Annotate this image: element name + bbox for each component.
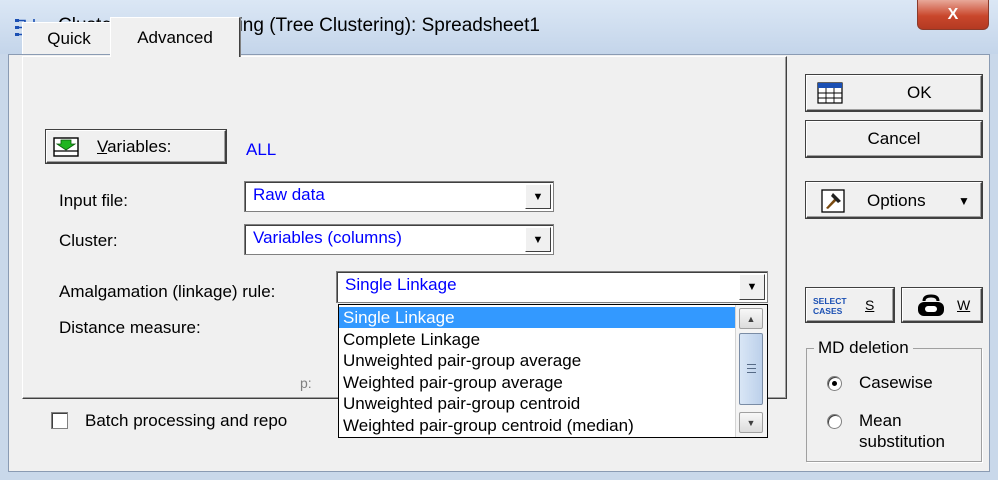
ok-button[interactable]: OK <box>806 75 982 111</box>
casewise-label: Casewise <box>859 373 933 392</box>
amalgamation-combo[interactable]: Single Linkage ▼ <box>336 271 768 303</box>
mean-substitution-radio[interactable] <box>827 414 842 429</box>
select-cases-icon: SELECT CASES CASES <box>813 296 847 316</box>
distance-measure-label: Distance measure: <box>59 318 201 337</box>
chevron-down-icon[interactable]: ▼ <box>739 274 765 300</box>
distance-p-label: p: <box>300 375 312 391</box>
casewise-radio[interactable] <box>827 376 842 391</box>
amalgamation-label: Amalgamation (linkage) rule: <box>59 282 276 301</box>
batch-processing-label: Batch processing and repo <box>85 411 288 430</box>
list-item[interactable]: Unweighted pair-group average <box>339 350 735 371</box>
list-item[interactable]: Single Linkage <box>339 307 735 328</box>
cluster-value: Variables (columns) <box>253 228 402 247</box>
select-cases-button[interactable]: SELECT CASES CASES S <box>806 288 894 322</box>
list-item[interactable]: Weighted pair-group average <box>339 372 735 393</box>
chevron-down-icon[interactable]: ▼ <box>525 227 551 252</box>
svg-text:CASES: CASES <box>813 306 843 316</box>
grip-line <box>747 368 756 369</box>
amalgamation-value: Single Linkage <box>345 275 457 294</box>
ok-button-label: OK <box>907 83 932 102</box>
select-cases-icon-text: SELECT CASES <box>813 296 847 306</box>
chevron-down-icon[interactable]: ▼ <box>525 184 551 209</box>
green-arrow-icon <box>53 136 79 157</box>
weight-icon <box>918 294 944 316</box>
list-item[interactable]: Weighted pair-group centroid (median) <box>339 415 735 436</box>
linkage-dropdown-list[interactable]: Single Linkage Complete Linkage Unweight… <box>338 304 768 438</box>
cancel-button[interactable]: Cancel <box>806 121 982 157</box>
input-file-value: Raw data <box>253 185 325 204</box>
tab-advanced-label: Advanced <box>137 27 213 47</box>
close-icon: X <box>947 5 959 23</box>
tab-quick-label: Quick <box>47 28 91 48</box>
weight-key: W <box>957 297 971 313</box>
tab-quick[interactable]: Quick <box>22 22 116 54</box>
tab-advanced[interactable]: Advanced <box>110 17 240 57</box>
list-item[interactable]: Unweighted pair-group centroid <box>339 393 735 414</box>
grip-line <box>747 364 756 365</box>
batch-processing-checkbox[interactable] <box>51 412 68 429</box>
select-cases-key: S <box>865 297 875 313</box>
cluster-combo[interactable]: Variables (columns) ▼ <box>244 224 554 255</box>
options-button-label: Options <box>867 191 926 210</box>
options-button[interactable]: Options ▼ <box>806 182 982 218</box>
scroll-thumb[interactable] <box>739 333 763 405</box>
weight-button[interactable]: W <box>902 288 982 322</box>
options-tools-icon <box>821 189 845 213</box>
dropdown-scrollbar[interactable]: ▲ ▼ <box>735 305 767 437</box>
chevron-down-icon: ▼ <box>958 194 970 208</box>
mean-label-line2: substitution <box>859 432 945 451</box>
close-button[interactable]: X <box>917 0 989 30</box>
variables-button[interactable]: Variables: <box>46 130 226 163</box>
variables-value: ALL <box>246 140 277 159</box>
list-item[interactable]: Complete Linkage <box>339 329 735 350</box>
cancel-button-label: Cancel <box>867 129 921 148</box>
mean-label-line1: Mean <box>859 411 902 430</box>
scroll-up-icon[interactable]: ▲ <box>739 308 763 329</box>
scroll-down-icon[interactable]: ▼ <box>739 412 763 433</box>
spreadsheet-icon <box>817 82 843 104</box>
input-file-label: Input file: <box>59 191 128 210</box>
cluster-label: Cluster: <box>59 231 118 250</box>
md-deletion-title: MD deletion <box>814 338 913 358</box>
grip-line <box>747 372 756 373</box>
input-file-combo[interactable]: Raw data ▼ <box>244 181 554 212</box>
variables-button-label: Variables: <box>97 136 172 156</box>
